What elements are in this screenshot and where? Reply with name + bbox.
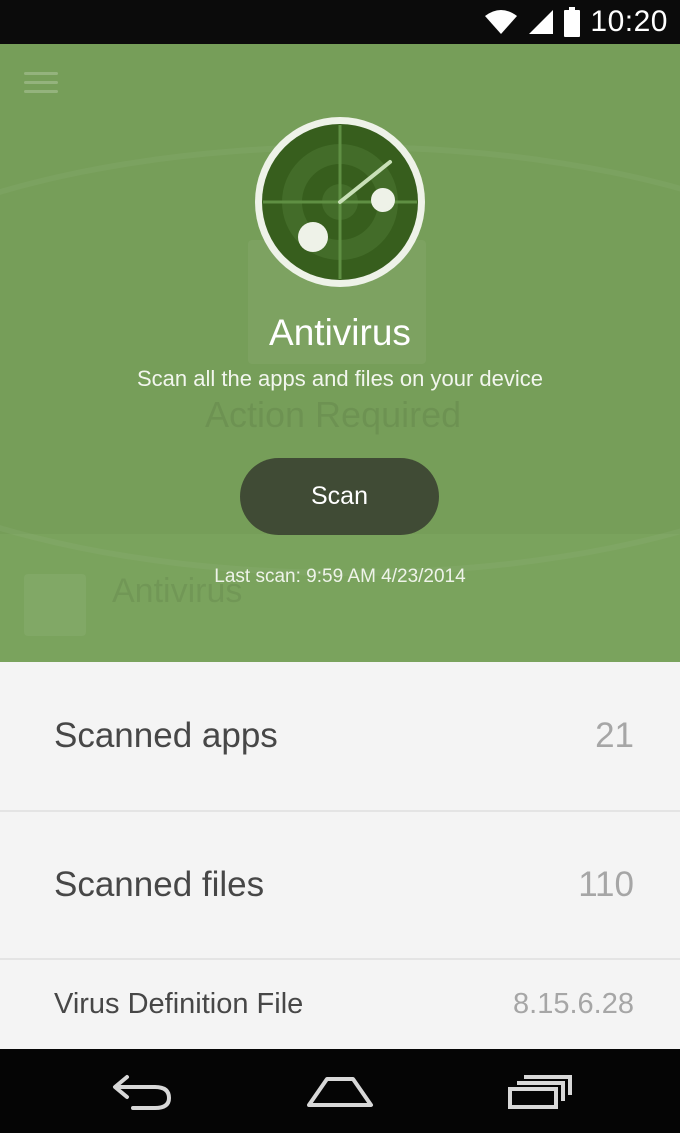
status-icons: 10:20 bbox=[484, 5, 668, 38]
stat-value: 8.15.6.28 bbox=[513, 988, 634, 1020]
scan-stats-list: Scanned apps 21 Scanned files 110 Virus … bbox=[0, 662, 680, 1049]
stat-label: Scanned apps bbox=[54, 716, 278, 755]
status-time: 10:20 bbox=[590, 5, 668, 38]
wifi-icon bbox=[485, 10, 518, 34]
app-subtitle: Scan all the apps and files on your devi… bbox=[136, 366, 544, 391]
radar-icon bbox=[255, 117, 425, 287]
back-icon bbox=[113, 1075, 172, 1110]
antivirus-header: Action Required Antivirus Antivirus Scan… bbox=[0, 44, 680, 662]
stat-value: 110 bbox=[578, 865, 634, 904]
scan-button[interactable]: Scan bbox=[240, 458, 439, 535]
recents-icon bbox=[508, 1075, 572, 1109]
home-icon bbox=[307, 1077, 373, 1107]
stat-row-scanned-apps: Scanned apps 21 bbox=[0, 662, 680, 812]
stat-label: Scanned files bbox=[54, 865, 265, 904]
antivirus-screen: 10:20 Action Required Antivirus Antiviru… bbox=[0, 0, 680, 1133]
stat-row-virus-definition: Virus Definition File 8.15.6.28 bbox=[0, 960, 680, 1049]
battery-icon bbox=[564, 7, 581, 37]
status-bar: 10:20 bbox=[0, 0, 680, 44]
navigation-bar bbox=[0, 1049, 680, 1133]
stat-label: Virus Definition File bbox=[54, 988, 304, 1020]
background-status-text: Action Required bbox=[205, 394, 462, 435]
menu-icon[interactable] bbox=[24, 68, 58, 98]
home-button[interactable] bbox=[295, 1063, 385, 1119]
back-button[interactable] bbox=[98, 1063, 188, 1119]
last-scan-text: Last scan: 9:59 AM 4/23/2014 bbox=[214, 566, 466, 587]
app-title: Antivirus bbox=[269, 312, 411, 353]
signal-icon bbox=[529, 10, 554, 34]
stat-row-scanned-files: Scanned files 110 bbox=[0, 812, 680, 960]
recents-button[interactable] bbox=[495, 1063, 585, 1119]
stat-value: 21 bbox=[595, 716, 634, 755]
